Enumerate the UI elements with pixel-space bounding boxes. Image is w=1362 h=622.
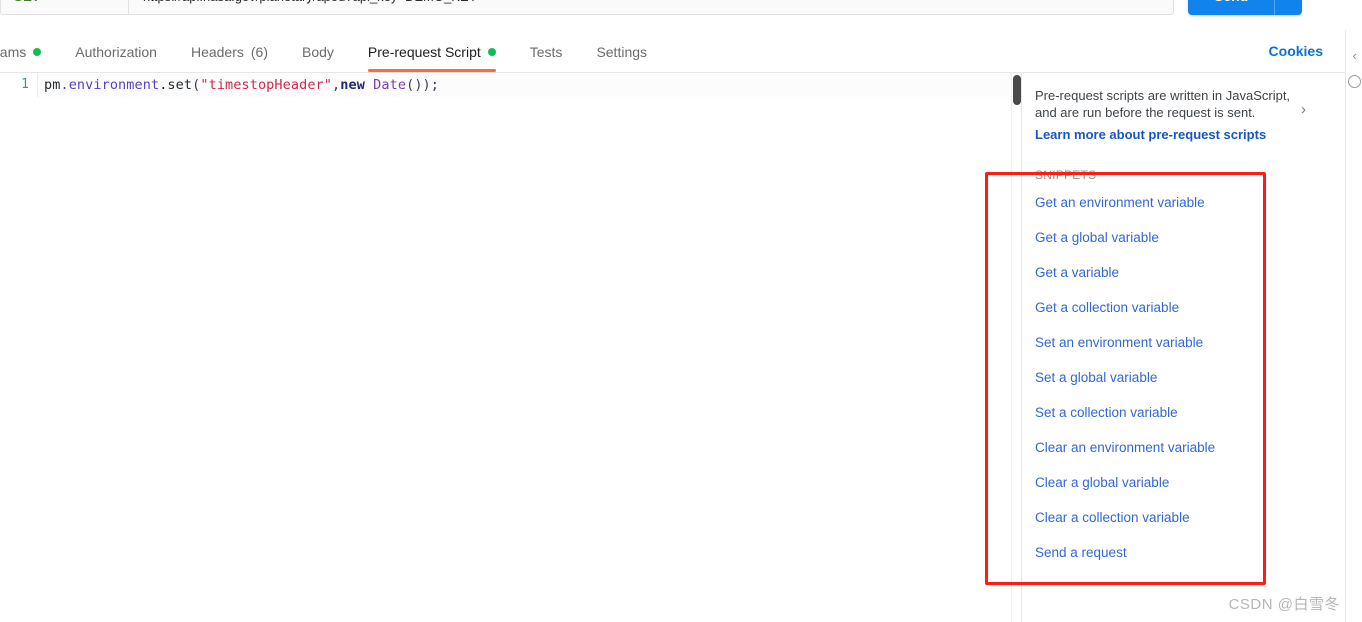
send-options-button[interactable]: [1274, 0, 1303, 15]
snippet-clear-a-global-variable[interactable]: Clear a global variable: [1035, 474, 1329, 491]
snippet-clear-a-collection-variable[interactable]: Clear a collection variable: [1035, 509, 1329, 526]
snippet-get-a-variable[interactable]: Get a variable: [1035, 264, 1329, 281]
send-button-group: Send: [1188, 0, 1303, 15]
tab-tests[interactable]: Tests: [513, 30, 580, 73]
code-token: ,: [332, 77, 341, 93]
tab-headers[interactable]: Headers (6): [174, 30, 285, 73]
learn-more-link[interactable]: Learn more about pre-request scripts: [1035, 127, 1329, 142]
chevron-left-icon[interactable]: ‹: [1346, 42, 1362, 68]
snippets-panel-inner: Pre-request scripts are written in JavaS…: [1022, 87, 1345, 561]
code-token: Date: [373, 77, 407, 93]
tab-label: Headers: [190, 43, 244, 60]
code-token: ());: [406, 77, 440, 93]
cookies-link[interactable]: Cookies: [1269, 30, 1345, 73]
http-method-label: GET: [13, 0, 40, 4]
tab-badge-count: (6): [250, 43, 268, 60]
chevron-right-icon[interactable]: ›: [1301, 101, 1306, 118]
http-method-select[interactable]: GET: [0, 0, 128, 15]
code-token: pm: [44, 77, 61, 93]
send-button[interactable]: Send: [1188, 0, 1275, 15]
snippet-set-a-collection-variable[interactable]: Set a collection variable: [1035, 404, 1329, 421]
watermark-text: CSDN @白雪冬: [1228, 596, 1340, 613]
right-sidebar-rail: ‹: [1345, 30, 1362, 622]
tab-label: Tests: [529, 43, 563, 60]
snippets-heading: SNIPPETS: [1035, 168, 1097, 182]
postman-request-pane: GET https://api.nasa.gov/planetary/apod?…: [0, 0, 1362, 622]
scrollbar-thumb[interactable]: [1013, 75, 1021, 105]
tab-label: Params: [0, 43, 27, 60]
circle-icon[interactable]: [1346, 68, 1362, 94]
tab-label: Authorization: [75, 43, 157, 60]
tab-label: Settings: [596, 43, 648, 60]
editor-vertical-scrollbar[interactable]: [1011, 73, 1021, 622]
tab-settings[interactable]: Settings: [579, 30, 664, 73]
circle-glyph: [1348, 74, 1361, 88]
tab-label: Pre-request Script: [367, 43, 481, 60]
snippet-send-a-request[interactable]: Send a request: [1035, 544, 1329, 561]
request-tabs: Params Authorization Headers (6) Body Pr…: [0, 30, 1345, 73]
modified-dot-icon: [33, 47, 42, 56]
request-url-input[interactable]: https://api.nasa.gov/planetary/apod?api_…: [128, 0, 1174, 15]
request-url-text: https://api.nasa.gov/planetary/apod?api_…: [143, 0, 477, 4]
request-url-bar: GET https://api.nasa.gov/planetary/apod?…: [0, 0, 1362, 22]
pre-request-script-pane: 1 pm.environment.set("timestopHeader",ne…: [0, 73, 1345, 622]
snippet-set-an-environment-variable[interactable]: Set an environment variable: [1035, 334, 1329, 351]
snippet-clear-an-environment-variable[interactable]: Clear an environment variable: [1035, 439, 1329, 456]
tab-label: Body: [302, 43, 334, 60]
script-help-header: Pre-request scripts are written in JavaS…: [1035, 87, 1329, 121]
code-line-row: 1 pm.environment.set("timestopHeader",ne…: [0, 73, 1021, 97]
code-token: "timestopHeader": [200, 77, 333, 93]
code-line-content[interactable]: pm.environment.set("timestopHeader",new …: [37, 73, 1021, 97]
snippets-panel: Pre-request scripts are written in JavaS…: [1022, 73, 1345, 622]
tab-params[interactable]: Params: [0, 30, 58, 73]
script-code-editor[interactable]: 1 pm.environment.set("timestopHeader",ne…: [0, 73, 1022, 622]
code-token: .set: [159, 77, 193, 93]
code-token: new: [340, 77, 365, 93]
script-help-description: Pre-request scripts are written in JavaS…: [1035, 88, 1291, 120]
snippet-set-a-global-variable[interactable]: Set a global variable: [1035, 369, 1329, 386]
tab-pre-request-script[interactable]: Pre-request Script: [351, 30, 513, 73]
tab-authorization[interactable]: Authorization: [58, 30, 174, 73]
tab-list: Params Authorization Headers (6) Body Pr…: [0, 30, 664, 73]
snippet-get-an-environment-variable[interactable]: Get an environment variable: [1035, 194, 1329, 211]
snippet-get-a-global-variable[interactable]: Get a global variable: [1035, 229, 1329, 246]
line-number: 1: [21, 77, 29, 92]
snippet-list: Get an environment variable Get a global…: [1035, 194, 1329, 561]
snippet-get-a-collection-variable[interactable]: Get a collection variable: [1035, 299, 1329, 316]
code-token: .environment: [60, 77, 160, 93]
modified-dot-icon: [487, 47, 496, 56]
tab-body[interactable]: Body: [285, 30, 351, 73]
